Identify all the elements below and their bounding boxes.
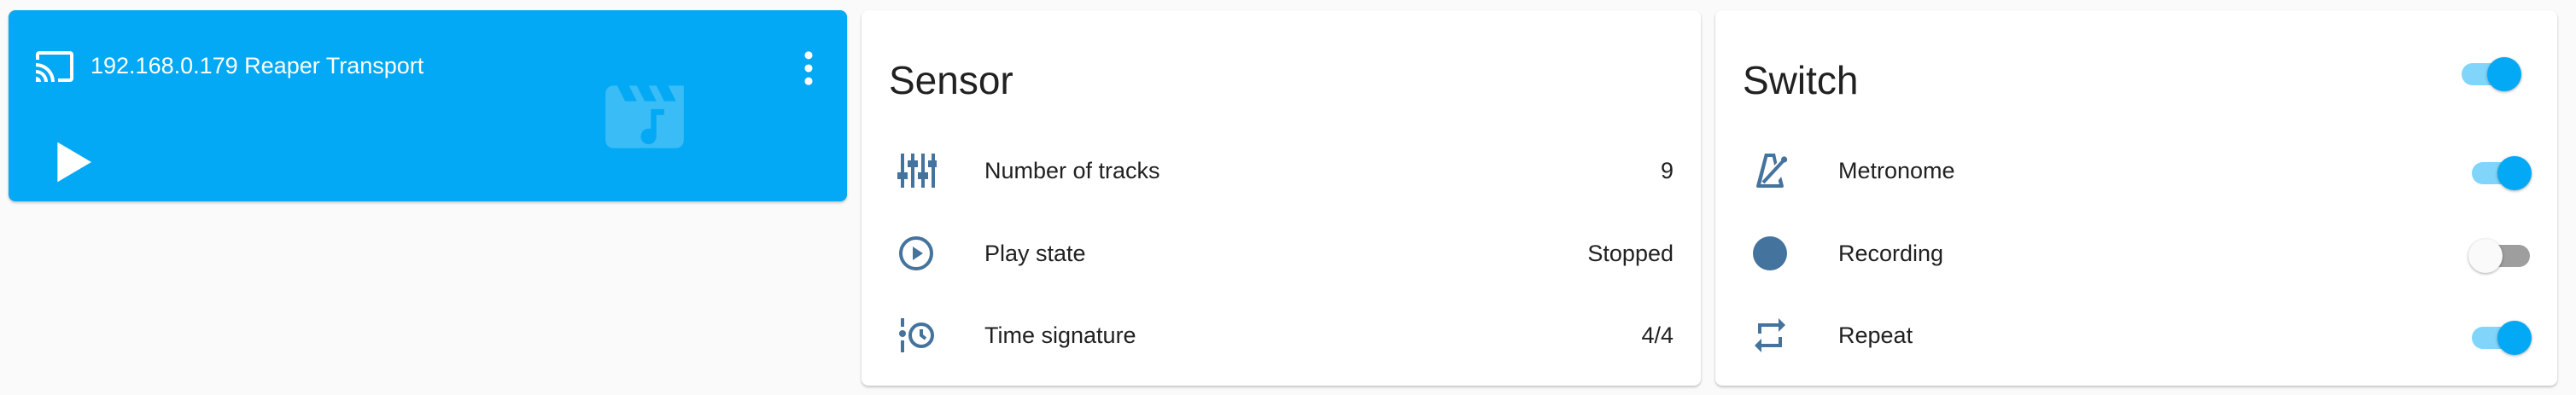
sensor-row-play-state[interactable]: Play state Stopped (862, 224, 1701, 283)
movie-music-icon (605, 85, 684, 148)
repeat-toggle[interactable] (2468, 317, 2532, 355)
sensor-value: 4/4 (1641, 322, 1674, 348)
sensor-row-number-of-tracks[interactable]: Number of tracks 9 (862, 141, 1701, 200)
switch-label: Metronome (1838, 158, 1955, 183)
dots-vertical-icon[interactable] (794, 46, 823, 90)
record-icon (1753, 236, 1787, 270)
switch-row-repeat[interactable]: Repeat (1715, 305, 2557, 365)
sensor-card-title: Sensor (889, 58, 1013, 102)
switch-row-recording[interactable]: Recording (1715, 224, 2557, 283)
tune-vertical-icon (897, 154, 937, 188)
toggle-thumb (2468, 239, 2503, 273)
switch-label: Repeat (1838, 322, 1913, 348)
toggle-thumb (2497, 156, 2532, 190)
cast-icon[interactable] (34, 46, 75, 87)
media-player-title[interactable]: 192.168.0.179 Reaper Transport (91, 53, 423, 79)
sensor-label: Number of tracks (984, 158, 1160, 183)
sensor-entities-card: Sensor Number of tracks 9 Play state Sto… (862, 10, 1701, 386)
timeline-clock-icon (899, 318, 934, 352)
play-circle-outline-icon (899, 236, 933, 270)
metronome-icon (1756, 154, 1788, 188)
sensor-label: Play state (984, 241, 1086, 266)
switch-entities-card: Switch Metronome Recording Repeat (1715, 10, 2557, 386)
play-icon[interactable] (53, 138, 94, 186)
toggle-thumb (2487, 57, 2521, 91)
media-player-card[interactable]: 192.168.0.179 Reaper Transport (9, 10, 847, 201)
header-toggle[interactable] (2458, 53, 2521, 91)
repeat-icon (1755, 318, 1785, 352)
sensor-value: 9 (1660, 158, 1674, 183)
metronome-toggle[interactable] (2468, 152, 2532, 190)
sensor-value: Stopped (1587, 241, 1674, 266)
toggle-thumb (2497, 321, 2532, 355)
sensor-row-time-signature[interactable]: Time signature 4/4 (862, 305, 1701, 365)
sensor-label: Time signature (984, 322, 1136, 348)
switch-card-title: Switch (1743, 58, 1859, 102)
switch-label: Recording (1838, 241, 1944, 266)
recording-toggle[interactable] (2468, 235, 2532, 273)
switch-row-metronome[interactable]: Metronome (1715, 141, 2557, 200)
